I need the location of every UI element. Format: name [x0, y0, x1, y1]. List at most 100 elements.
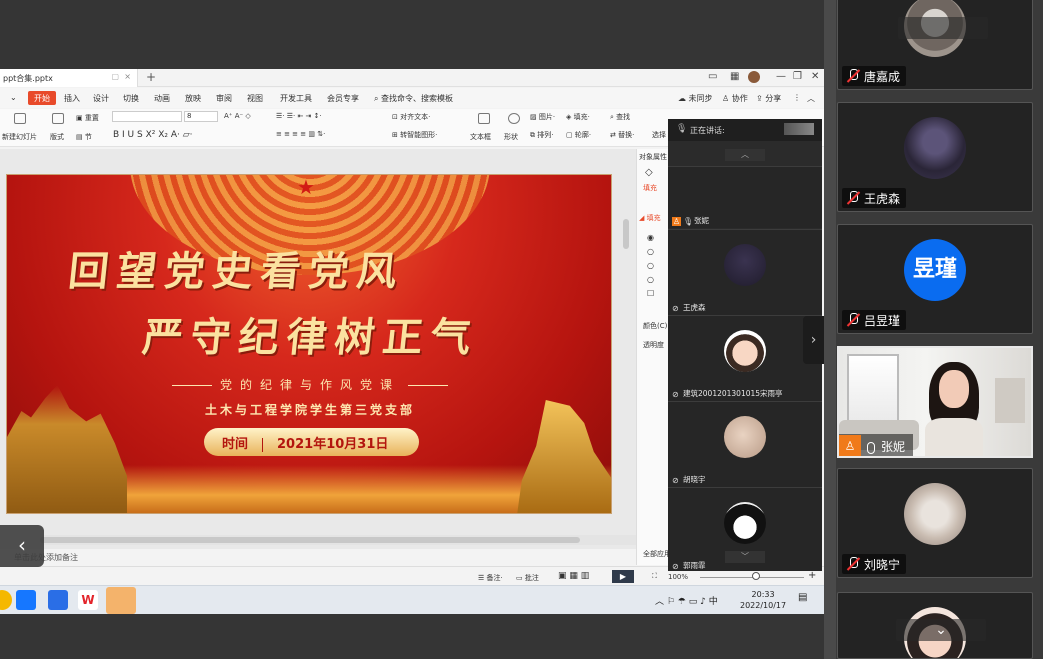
mini-tile[interactable]: ⊘ 王虎森 — [668, 229, 822, 315]
textbox-icon[interactable] — [478, 113, 492, 124]
close-tab-icon[interactable]: × — [124, 72, 131, 81]
view-mode-icons[interactable]: ▣ ▦ ▥ — [558, 571, 589, 581]
minimize-icon[interactable]: — — [776, 71, 786, 82]
user-avatar[interactable] — [748, 71, 760, 83]
new-tab-button[interactable]: + — [146, 70, 156, 84]
background-furniture — [995, 378, 1025, 423]
scroll-down-button[interactable]: ﹀ — [725, 551, 765, 563]
select-button[interactable]: 选择 — [652, 130, 666, 140]
layout-button[interactable]: 版式 — [50, 132, 64, 142]
expand-speaker-list-button[interactable]: › — [803, 316, 824, 364]
comment-toggle[interactable]: ▭ 批注 — [516, 573, 539, 583]
layout-icon[interactable] — [52, 113, 66, 124]
picture-button[interactable]: ▨ 图片· — [530, 112, 555, 122]
font-family-select[interactable] — [112, 111, 182, 122]
menu-view[interactable]: 视图 — [247, 93, 263, 104]
vertical-scroll-thumb[interactable] — [623, 219, 629, 249]
mini-tile[interactable]: ♙ 🎙张妮 — [668, 166, 822, 228]
outline-button[interactable]: ▢ 轮廓· — [566, 130, 591, 140]
menu-review[interactable]: 审阅 — [216, 93, 232, 104]
shape-icon[interactable] — [508, 113, 522, 124]
notification-icon[interactable]: ▤ — [798, 592, 807, 603]
collab-button[interactable]: ♙ 协作 — [722, 93, 748, 104]
gallery-tile[interactable]: 唐嘉成 — [837, 0, 1033, 90]
more-icon[interactable]: ⋮ — [793, 93, 801, 102]
reset-button[interactable]: ▣ 重置 — [76, 113, 99, 123]
horizontal-scroll-thumb[interactable] — [40, 537, 580, 543]
list-icons[interactable]: ☰· ☰· ⇤ ⇥ ↕· — [276, 112, 322, 120]
scroll-up-button[interactable]: ︿ — [725, 149, 765, 161]
fill-button[interactable]: ◈ 填充· — [566, 112, 590, 122]
fill-tab[interactable]: 填充 — [643, 183, 657, 193]
host-icon: ♙ — [672, 216, 681, 226]
layout-icon[interactable]: ▭ — [708, 71, 717, 82]
share-button[interactable]: ⇪ 分享 — [756, 93, 781, 104]
fill-section-header[interactable]: ◢ 填充 — [639, 213, 661, 223]
chevron-down-icon[interactable]: ⌄ — [896, 619, 986, 641]
gallery-tile[interactable]: 昱瑾 吕昱瑾 — [837, 224, 1033, 334]
apps-grid-icon[interactable]: ▦ — [730, 71, 739, 82]
avatar — [904, 117, 966, 179]
notes-area[interactable]: 单击此处添加备注 — [0, 549, 636, 565]
pin-icon[interactable]: ▢ — [111, 72, 119, 81]
section-button[interactable]: ▤ 节 — [76, 132, 92, 142]
zoom-in-icon[interactable]: + — [808, 570, 816, 581]
menu-animation[interactable]: 动画 — [154, 93, 170, 104]
taskbar-clock[interactable]: 20:33 2022/10/17 — [740, 589, 786, 611]
smartart-button[interactable]: ⊞ 转智能图形· — [392, 130, 437, 140]
font-size-select[interactable]: 8 — [184, 111, 218, 122]
menu-developer[interactable]: 开发工具 — [280, 93, 312, 104]
app-icon-blue[interactable] — [16, 590, 36, 610]
zoom-level[interactable]: 100% — [668, 573, 688, 581]
gallery-tile[interactable]: 刘晓宁 — [837, 468, 1033, 578]
font-grow-icon[interactable]: A⁺ A⁻ ◇ — [224, 112, 251, 120]
menu-start[interactable]: 开始 — [28, 91, 56, 105]
menu-member[interactable]: 会员专享 — [327, 93, 359, 104]
zoom-slider-handle[interactable] — [752, 572, 760, 580]
horizontal-scrollbar[interactable] — [0, 535, 636, 545]
align-text-button[interactable]: ⊡ 对齐文本· — [392, 112, 430, 122]
menu-insert[interactable]: 插入 — [64, 93, 80, 104]
menu-design[interactable]: 设计 — [93, 93, 109, 104]
apply-all-button[interactable]: 全部应用 — [643, 549, 671, 559]
active-speaker-video[interactable]: ♙ 张妮 — [837, 346, 1033, 458]
file-tab[interactable]: ppt合集.pptx ▢ × — [0, 69, 138, 87]
shape-button[interactable]: 形状 — [504, 132, 518, 142]
align-icons[interactable]: ≡ ≡ ≡ ≡ ▥ ⇅· — [276, 130, 325, 138]
command-search[interactable]: ⌕ 查找命令、搜索模板 — [374, 93, 453, 104]
gallery-divider[interactable] — [824, 0, 836, 659]
arrange-button[interactable]: ⧉ 排列· — [530, 130, 553, 140]
font-style-icons[interactable]: B I U S X² X₂ A· ▱· — [113, 130, 193, 140]
fit-window-icon[interactable]: ⛶ — [652, 572, 657, 581]
replace-button[interactable]: ⇄ 替换· — [610, 130, 634, 140]
textbox-button[interactable]: 文本框 — [470, 132, 491, 142]
collapse-panel-button[interactable]: ‹ — [0, 525, 44, 567]
gallery-tile[interactable]: 王虎森 — [837, 102, 1033, 212]
notes-toggle[interactable]: ☰ 备注· — [478, 573, 503, 583]
slide[interactable]: ★ 回望党史看党风 严守纪律树正气 党的纪律与作风党课 土木与工程学院学生第三党… — [6, 174, 612, 514]
app-icon[interactable] — [0, 590, 12, 610]
menu-dropdown-icon[interactable]: ⌄ — [10, 93, 17, 102]
shield-app-icon[interactable] — [48, 590, 68, 610]
wps-app-icon[interactable]: W — [78, 590, 98, 610]
fill-tab-icon[interactable]: ◇ — [645, 167, 653, 178]
menu-slideshow[interactable]: 放映 — [185, 93, 201, 104]
new-slide-button[interactable]: 新建幻灯片 — [2, 132, 37, 142]
smartart-label: 转智能图形 — [400, 131, 436, 139]
gallery-tile[interactable]: ⌄ — [837, 592, 1033, 659]
system-tray[interactable]: ︿ ⚐ ☂ ▭ ♪ 中 — [655, 594, 718, 607]
active-app-icon[interactable] — [106, 587, 136, 614]
sync-status[interactable]: ☁ 未同步 — [678, 93, 713, 104]
ime-indicator[interactable]: 中 — [709, 597, 718, 607]
fill-radio-options[interactable]: ◉ ○ ○ ○ ☐ — [647, 231, 654, 301]
mini-tile[interactable]: ⊘ 胡晓宇 — [668, 401, 822, 487]
menu-transition[interactable]: 切换 — [123, 93, 139, 104]
restore-icon[interactable]: ❐ — [793, 71, 802, 82]
play-slideshow-button[interactable]: ▶ — [612, 570, 634, 583]
close-window-icon[interactable]: ✕ — [811, 71, 819, 82]
mini-tile[interactable]: ⊘ 建筑2001201301015宋雨亭 — [668, 315, 822, 401]
vertical-scrollbar[interactable] — [622, 209, 630, 509]
find-button[interactable]: ⌕ 查找 — [610, 112, 630, 122]
collapse-ribbon-icon[interactable]: ︿ — [807, 93, 815, 104]
new-slide-icon[interactable] — [14, 113, 28, 124]
